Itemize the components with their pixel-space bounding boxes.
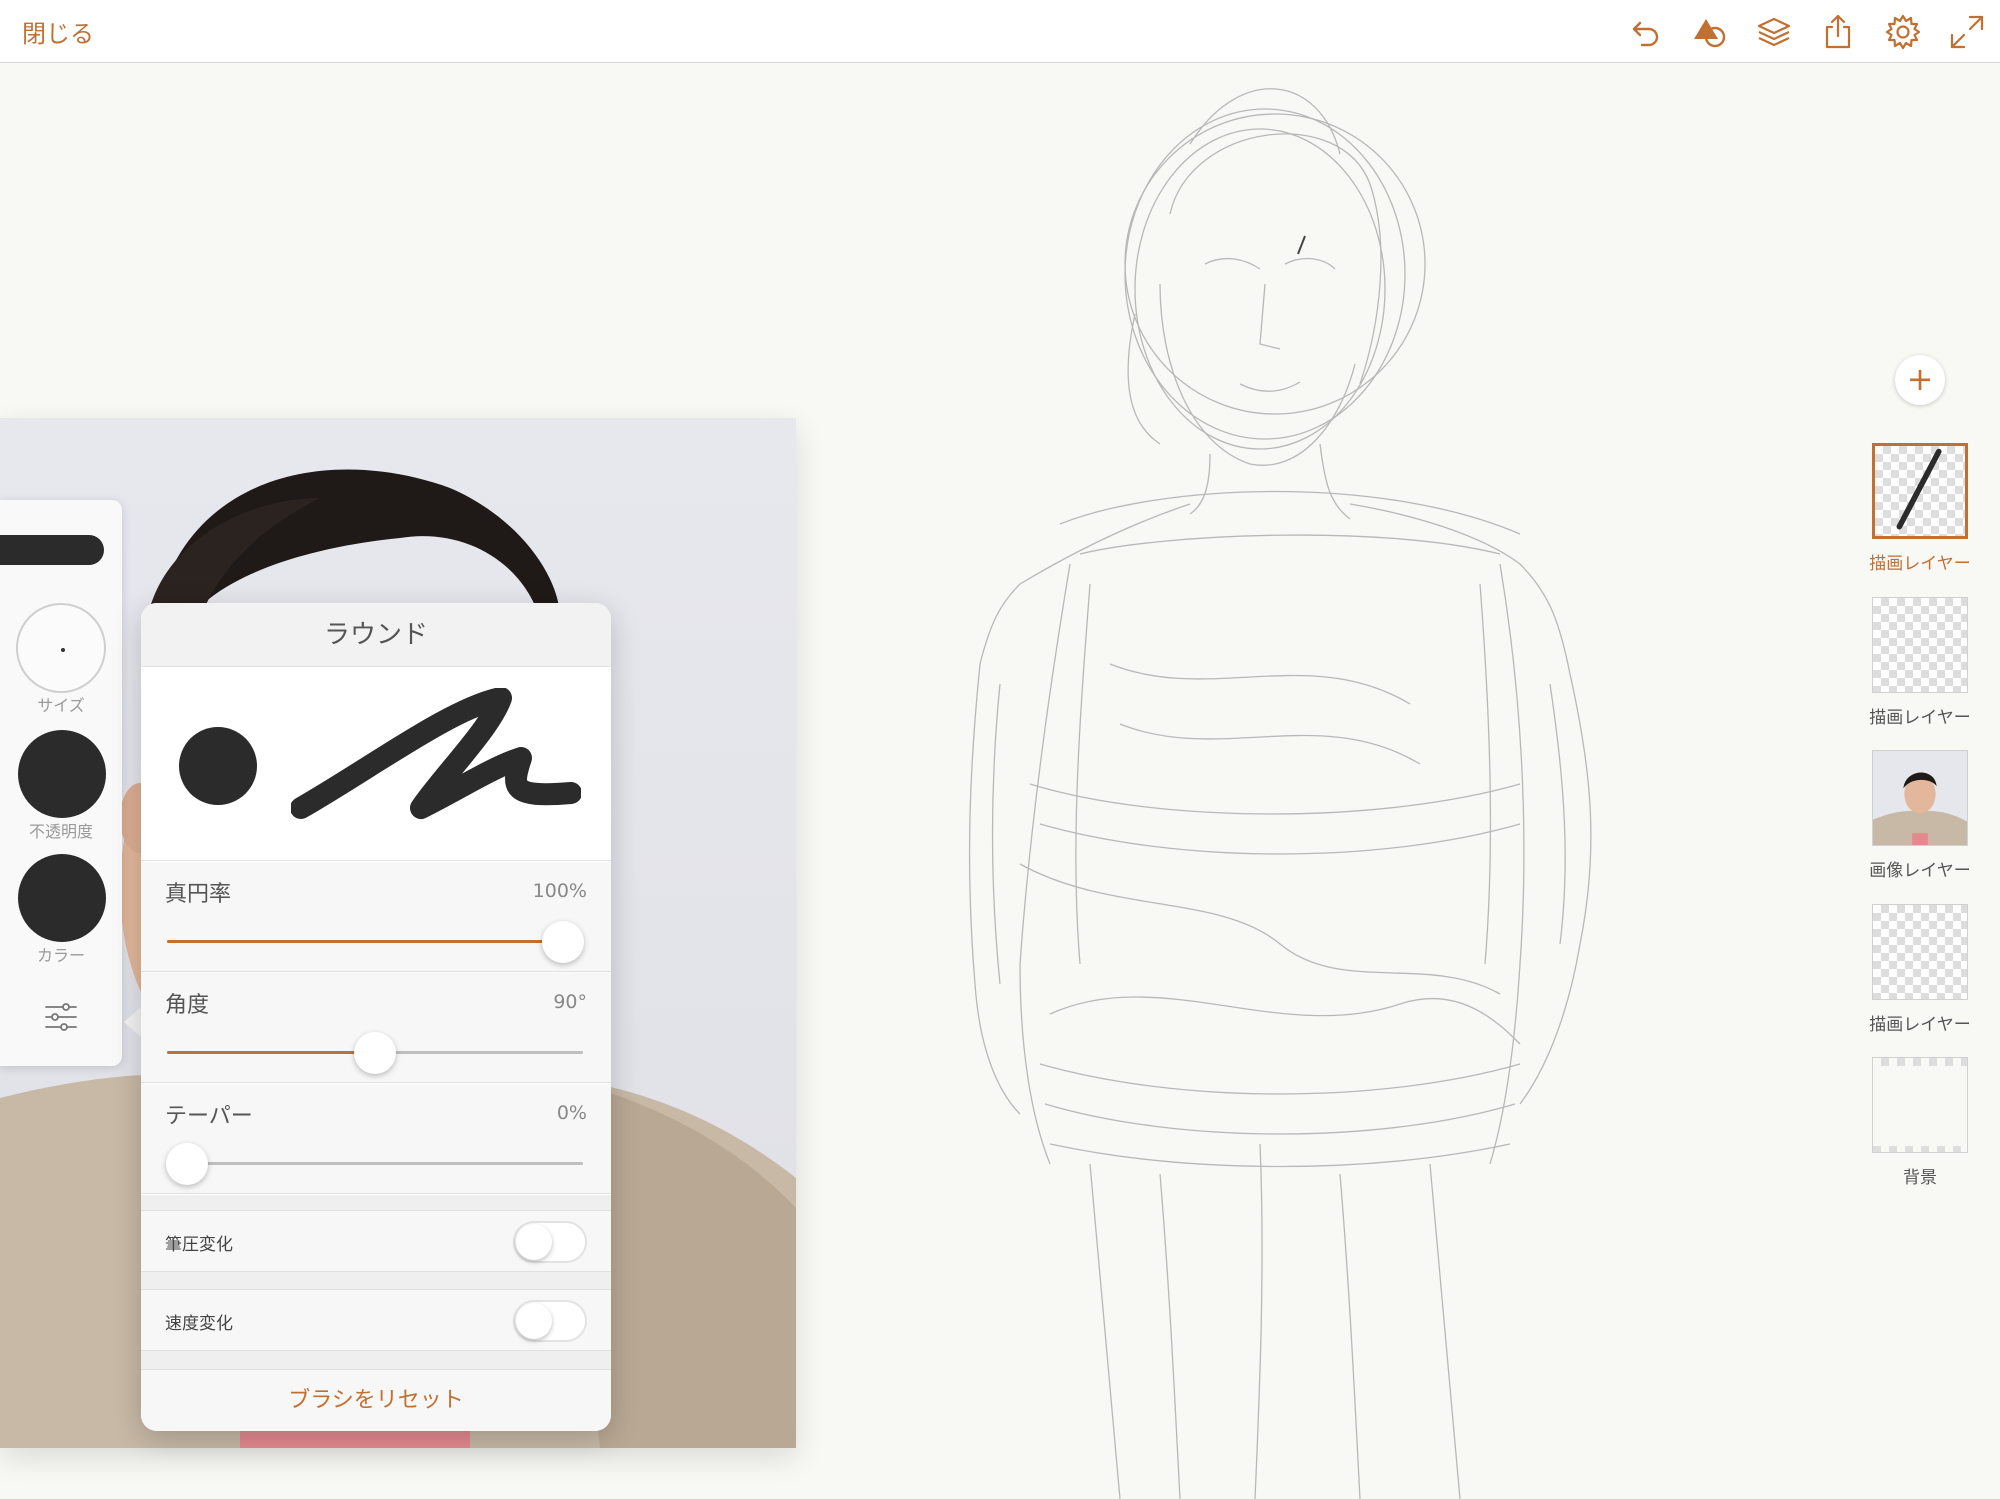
sliders-icon[interactable] bbox=[42, 998, 80, 1036]
stroke-preview bbox=[291, 688, 581, 819]
add-layer-button[interactable]: + bbox=[1895, 355, 1945, 405]
layer-thumbnail bbox=[1872, 443, 1968, 539]
pressure-toggle-row: 筆圧変化 bbox=[141, 1210, 611, 1272]
top-toolbar: 閉じる bbox=[0, 0, 2000, 63]
speed-toggle-row: 速度変化 bbox=[141, 1289, 611, 1351]
layer-label: 背景 bbox=[1903, 1168, 1937, 1188]
speed-toggle[interactable] bbox=[513, 1300, 587, 1342]
close-button[interactable]: 閉じる bbox=[22, 14, 94, 49]
color-label: カラー bbox=[36, 946, 85, 965]
slider-track[interactable] bbox=[166, 1143, 583, 1185]
toggle-label: 筆圧変化 bbox=[165, 1235, 233, 1255]
toggle-label: 速度変化 bbox=[165, 1314, 233, 1334]
slider-label: テーパー bbox=[165, 1104, 253, 1129]
undo-icon[interactable] bbox=[1627, 13, 1665, 51]
brush-settings-popover: ラウンド 真円率 100% 角度 90° テーパー 0% 筆圧変化 速度変化 ブ… bbox=[141, 603, 611, 1431]
photo-thumbnail bbox=[1873, 751, 1967, 845]
slider-fill bbox=[167, 1051, 375, 1054]
stroke-thumbnail bbox=[1896, 448, 1942, 530]
share-icon[interactable] bbox=[1819, 13, 1857, 51]
toggle-knob bbox=[516, 1224, 552, 1260]
slider-label: 真円率 bbox=[165, 882, 232, 907]
slider-thumb[interactable] bbox=[166, 1143, 208, 1185]
slider-track[interactable] bbox=[167, 1032, 583, 1074]
slider-value: 90° bbox=[553, 991, 587, 1013]
size-label: サイズ bbox=[37, 696, 85, 715]
layer-thumbnail bbox=[1872, 597, 1968, 693]
fullscreen-icon[interactable] bbox=[1948, 13, 1986, 51]
opacity-control[interactable] bbox=[18, 730, 106, 818]
section-gap bbox=[141, 1272, 611, 1289]
brush-preview bbox=[141, 668, 611, 861]
layer-label: 描画レイヤー bbox=[1869, 554, 1971, 574]
color-control[interactable] bbox=[18, 854, 106, 942]
size-dot bbox=[61, 648, 65, 652]
popover-arrow bbox=[124, 1006, 142, 1038]
taper-slider-section: テーパー 0% bbox=[141, 1084, 611, 1194]
slider-fill bbox=[167, 940, 583, 943]
current-brush-stroke[interactable] bbox=[0, 535, 104, 565]
layers-icon[interactable] bbox=[1755, 13, 1793, 51]
settings-icon[interactable] bbox=[1884, 13, 1922, 51]
angle-slider-section: 角度 90° bbox=[141, 973, 611, 1083]
reset-brush-button[interactable]: ブラシをリセット bbox=[141, 1369, 611, 1431]
slider-thumb[interactable] bbox=[542, 921, 584, 963]
brush-tip-preview bbox=[179, 727, 257, 805]
layer-label: 画像レイヤー bbox=[1869, 861, 1971, 881]
layer-thumbnail bbox=[1872, 904, 1968, 1000]
layer-thumbnail bbox=[1872, 750, 1968, 846]
layer-label: 描画レイヤー bbox=[1869, 1015, 1971, 1035]
slider-track[interactable] bbox=[167, 921, 584, 963]
pressure-toggle[interactable] bbox=[513, 1221, 587, 1263]
section-gap bbox=[141, 1195, 611, 1210]
opacity-label: 不透明度 bbox=[28, 822, 93, 841]
slider-thumb[interactable] bbox=[354, 1032, 396, 1074]
brush-panel: サイズ 不透明度 カラー bbox=[0, 500, 122, 1066]
shapes-icon[interactable] bbox=[1690, 13, 1728, 51]
layer-thumbnail bbox=[1872, 1057, 1968, 1153]
slider-value: 100% bbox=[532, 880, 587, 902]
slider-label: 角度 bbox=[165, 993, 210, 1018]
layer-label: 描画レイヤー bbox=[1869, 708, 1971, 728]
brush-name-title: ラウンド bbox=[141, 603, 611, 667]
section-gap bbox=[141, 1351, 611, 1369]
roundness-slider-section: 真円率 100% bbox=[141, 862, 611, 972]
toggle-knob bbox=[516, 1303, 552, 1339]
brush-size-control[interactable] bbox=[16, 603, 106, 693]
sketch-drawing bbox=[968, 88, 1592, 1499]
slider-value: 0% bbox=[556, 1102, 587, 1124]
